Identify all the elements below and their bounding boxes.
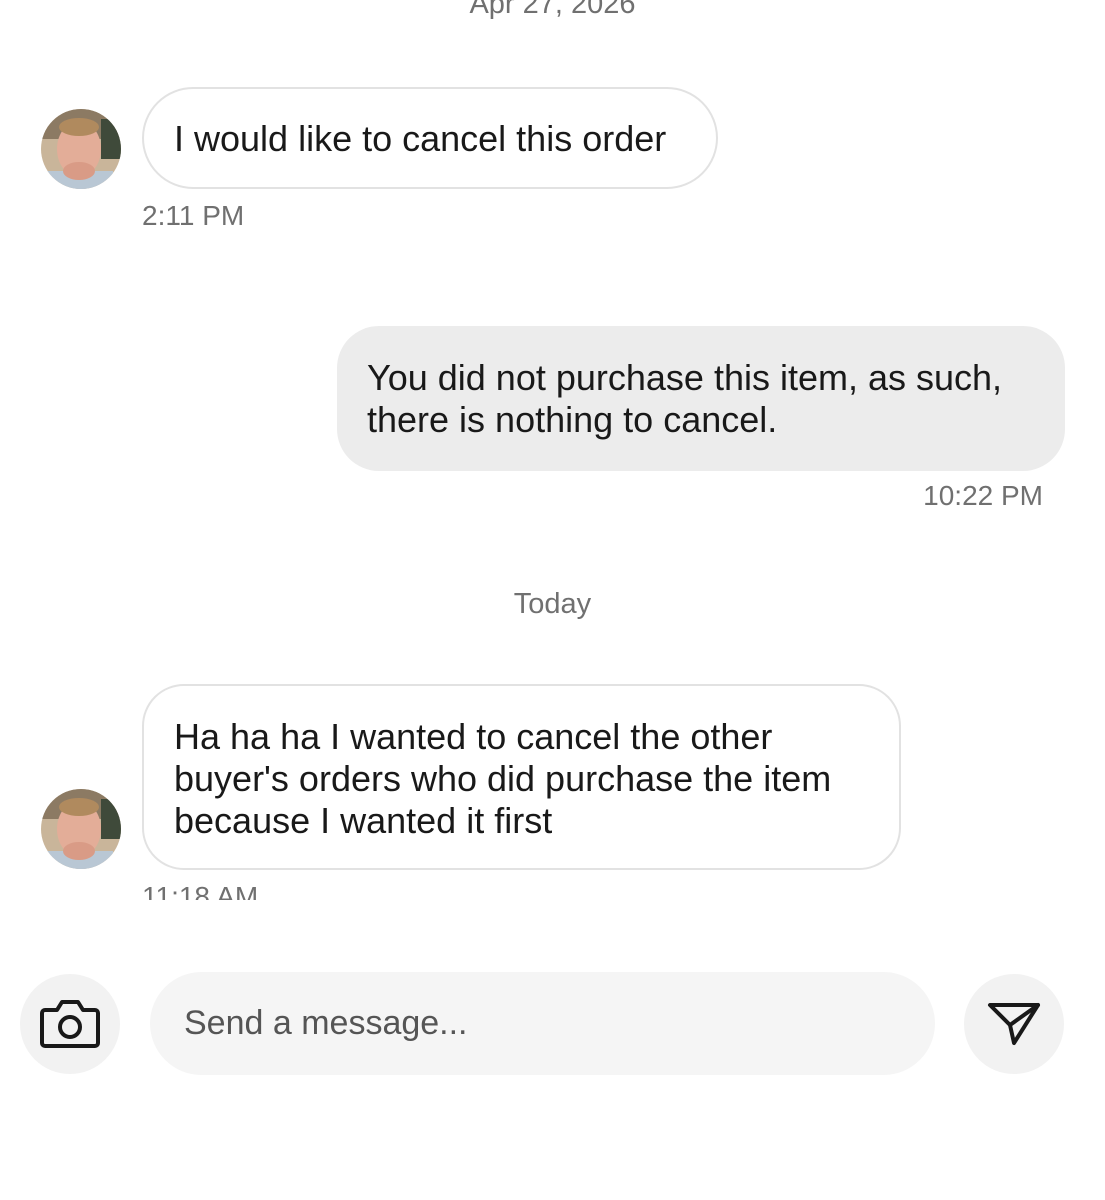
send-icon (988, 1003, 1040, 1045)
message-timestamp: 2:11 PM (142, 200, 245, 231)
message-input[interactable] (182, 1003, 903, 1044)
send-button[interactable] (964, 974, 1064, 1074)
message-thread-screen: Apr 27, 2026 I would like to cancel this… (0, 0, 1105, 1200)
message-bubble-incoming[interactable]: Ha ha ha I wanted to cancel the other bu… (142, 684, 901, 870)
camera-button[interactable] (20, 974, 120, 1074)
timestamp-clip: 11:18 AM (142, 879, 342, 900)
message-text: I would like to cancel this order (174, 118, 667, 159)
message-bubble-outgoing[interactable]: You did not purchase this item, as such,… (337, 326, 1065, 471)
avatar-photo (41, 109, 121, 189)
sender-avatar[interactable] (41, 109, 121, 189)
date-separator: Apr 27, 2026 (469, 0, 636, 20)
sender-avatar[interactable] (41, 789, 121, 869)
message-input-container[interactable] (150, 972, 935, 1075)
message-bubble-incoming[interactable]: I would like to cancel this order (142, 87, 718, 189)
message-text: You did not purchase this item, as such,… (367, 357, 1003, 440)
avatar-photo (41, 789, 121, 869)
message-timestamp: 11:18 AM (142, 881, 259, 900)
message-timestamp: 10:22 PM (923, 480, 1043, 511)
date-separator: Today (513, 588, 592, 620)
camera-icon (40, 1000, 100, 1048)
message-text: Ha ha ha I wanted to cancel the other bu… (174, 716, 832, 841)
